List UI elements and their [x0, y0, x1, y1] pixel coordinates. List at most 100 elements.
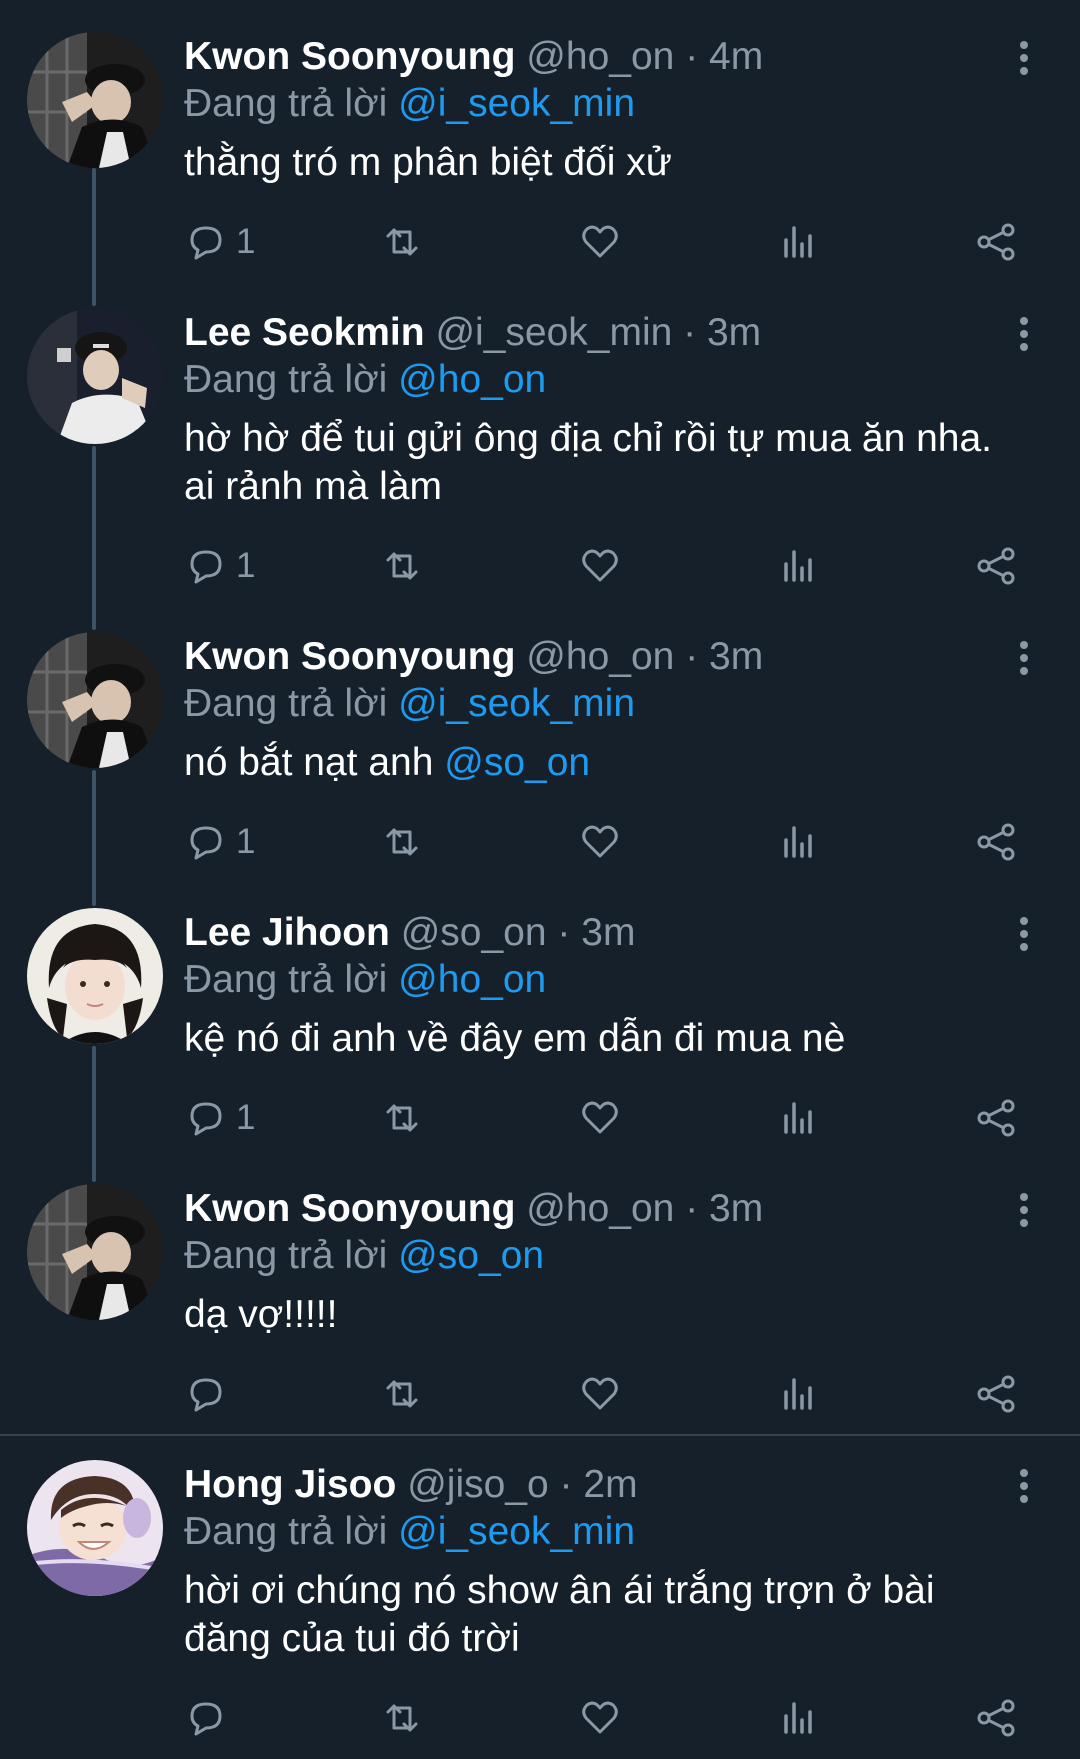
- reply-button[interactable]: [184, 1694, 236, 1742]
- retweet-button[interactable]: [380, 818, 424, 866]
- reply-icon: [190, 826, 222, 860]
- more-vertical-icon[interactable]: [1010, 38, 1038, 78]
- share-button[interactable]: [974, 542, 1018, 590]
- timestamp[interactable]: 3m: [581, 911, 635, 954]
- mention-link[interactable]: @so_on: [398, 1234, 544, 1277]
- analytics-icon: [784, 550, 812, 582]
- retweet-icon: [386, 552, 418, 580]
- tweet[interactable]: Kwon Soonyoung @ho_on · 3m Đang trả lời …: [0, 1184, 1080, 1424]
- heart-icon: [582, 1377, 618, 1410]
- replying-to: Đang trả lời @i_seok_min: [184, 679, 635, 729]
- more-vertical-icon[interactable]: [1010, 1466, 1038, 1506]
- tweet-text-content: nó bắt nạt anh: [184, 741, 445, 784]
- timestamp[interactable]: 4m: [709, 35, 763, 78]
- share-button[interactable]: [974, 1694, 1018, 1742]
- mention-link[interactable]: @ho_on: [398, 958, 546, 1001]
- share-button[interactable]: [974, 1094, 1018, 1142]
- display-name[interactable]: Kwon Soonyoung: [184, 635, 515, 678]
- heart-icon: [582, 225, 618, 258]
- reply-button[interactable]: 1: [184, 1094, 255, 1142]
- like-button[interactable]: [578, 1694, 622, 1742]
- tweet[interactable]: Kwon Soonyoung @ho_on · 3m Đang trả lời …: [0, 632, 1080, 872]
- user-handle[interactable]: @jiso_o: [407, 1463, 549, 1506]
- analytics-button[interactable]: [776, 1694, 820, 1742]
- separator-dot: ·: [557, 911, 571, 954]
- reply-icon: [190, 550, 222, 584]
- analytics-icon: [784, 826, 812, 858]
- mention-link[interactable]: @i_seok_min: [398, 82, 635, 125]
- timestamp[interactable]: 3m: [707, 311, 761, 354]
- tweet-text: hờ hờ để tui gửi ông địa chỉ rồi tự mua …: [184, 415, 1024, 511]
- reply-count: 1: [236, 822, 256, 861]
- more-vertical-icon[interactable]: [1010, 314, 1038, 354]
- timestamp[interactable]: 2m: [583, 1463, 637, 1506]
- tweet-actions: 1: [184, 1094, 1040, 1142]
- like-button[interactable]: [578, 542, 622, 590]
- retweet-button[interactable]: [380, 218, 424, 266]
- replying-to: Đang trả lời @i_seok_min: [184, 1507, 635, 1557]
- timestamp[interactable]: 3m: [709, 1187, 763, 1230]
- like-button[interactable]: [578, 818, 622, 866]
- reply-button[interactable]: 1: [184, 542, 255, 590]
- mention-link[interactable]: @ho_on: [398, 358, 546, 401]
- reply-button[interactable]: 1: [184, 218, 255, 266]
- analytics-button[interactable]: [776, 542, 820, 590]
- display-name[interactable]: Kwon Soonyoung: [184, 1187, 515, 1230]
- display-name[interactable]: Kwon Soonyoung: [184, 35, 515, 78]
- share-button[interactable]: [974, 1370, 1018, 1418]
- tweet[interactable]: Lee Seokmin @i_seok_min · 3m Đang trả lờ…: [0, 308, 1080, 598]
- replying-label: Đang trả lời: [184, 358, 388, 401]
- more-vertical-icon[interactable]: [1010, 914, 1038, 954]
- avatar[interactable]: [27, 1460, 163, 1596]
- display-name[interactable]: Lee Jihoon: [184, 911, 390, 954]
- reply-icon: [190, 1102, 222, 1136]
- retweet-button[interactable]: [380, 1370, 424, 1418]
- more-vertical-icon[interactable]: [1010, 638, 1038, 678]
- reply-icon: [190, 226, 222, 260]
- share-button[interactable]: [974, 818, 1018, 866]
- analytics-button[interactable]: [776, 218, 820, 266]
- share-button[interactable]: [974, 218, 1018, 266]
- mention-link[interactable]: @i_seok_min: [398, 1510, 635, 1553]
- user-handle[interactable]: @ho_on: [526, 635, 674, 678]
- like-button[interactable]: [578, 1370, 622, 1418]
- avatar[interactable]: [27, 308, 163, 444]
- avatar[interactable]: [27, 632, 163, 768]
- avatar[interactable]: [27, 32, 163, 168]
- mention-link[interactable]: @so_on: [444, 741, 590, 784]
- retweet-icon: [386, 828, 418, 856]
- analytics-button[interactable]: [776, 1094, 820, 1142]
- reply-button[interactable]: [184, 1370, 236, 1418]
- reply-count: 1: [236, 546, 256, 585]
- timestamp[interactable]: 3m: [709, 635, 763, 678]
- separator-dot: ·: [685, 635, 699, 678]
- retweet-button[interactable]: [380, 542, 424, 590]
- tweet-actions: 1: [184, 218, 1040, 266]
- user-handle[interactable]: @ho_on: [526, 1187, 674, 1230]
- tweet-text: nó bắt nạt anh @so_on: [184, 739, 1024, 787]
- mention-link[interactable]: @i_seok_min: [398, 682, 635, 725]
- avatar[interactable]: [27, 1184, 163, 1320]
- retweet-icon: [386, 1380, 418, 1408]
- retweet-button[interactable]: [380, 1094, 424, 1142]
- user-handle[interactable]: @ho_on: [526, 35, 674, 78]
- tweet[interactable]: Kwon Soonyoung @ho_on · 4m Đang trả lời …: [0, 32, 1080, 272]
- like-button[interactable]: [578, 1094, 622, 1142]
- avatar[interactable]: [27, 908, 163, 1044]
- separator-dot: ·: [559, 1463, 573, 1506]
- tweet[interactable]: Lee Jihoon @so_on · 3m Đang trả lời @ho_…: [0, 908, 1080, 1148]
- like-button[interactable]: [578, 218, 622, 266]
- display-name[interactable]: Lee Seokmin: [184, 311, 425, 354]
- share-icon: [977, 823, 1015, 861]
- user-handle[interactable]: @so_on: [401, 911, 547, 954]
- tweet[interactable]: Hong Jisoo @jiso_o · 2m Đang trả lời @i_…: [0, 1460, 1080, 1750]
- display-name[interactable]: Hong Jisoo: [184, 1463, 396, 1506]
- more-vertical-icon[interactable]: [1010, 1190, 1038, 1230]
- share-icon: [977, 1099, 1015, 1137]
- analytics-button[interactable]: [776, 1370, 820, 1418]
- retweet-button[interactable]: [380, 1694, 424, 1742]
- reply-button[interactable]: 1: [184, 818, 255, 866]
- replying-label: Đang trả lời: [184, 82, 388, 125]
- user-handle[interactable]: @i_seok_min: [435, 311, 672, 354]
- analytics-button[interactable]: [776, 818, 820, 866]
